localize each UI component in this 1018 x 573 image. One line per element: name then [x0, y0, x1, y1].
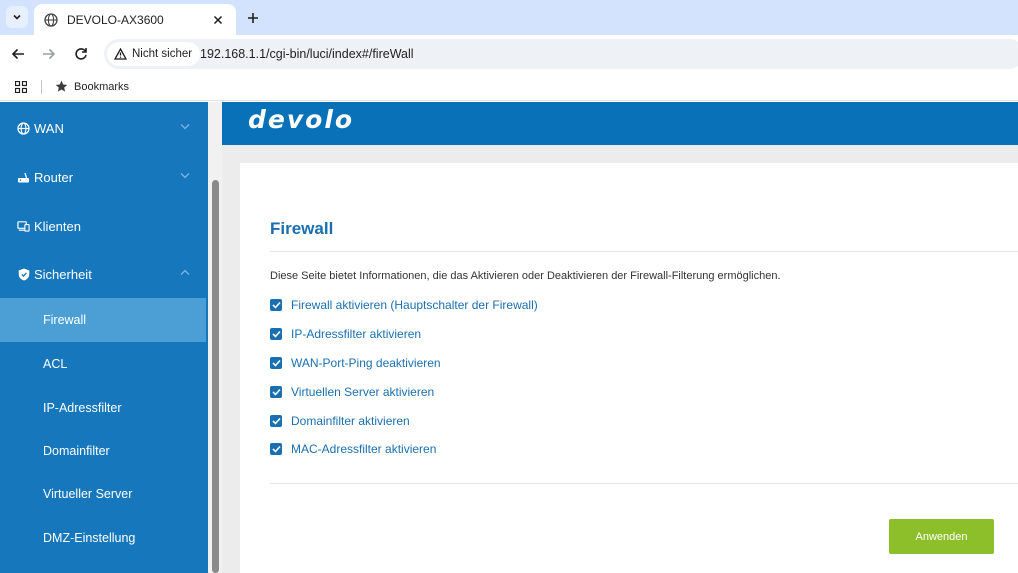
svg-text:devolo: devolo	[248, 105, 354, 134]
reload-icon[interactable]	[71, 44, 91, 64]
security-label: Nicht sicher	[132, 48, 193, 60]
sidebar-item-router[interactable]: Router	[0, 155, 206, 199]
sidebar-subitem-dmz-einstellung[interactable]: DMZ-Einstellung	[0, 516, 206, 560]
devolo-logo: devolo	[248, 105, 354, 134]
option-virtueller-server[interactable]: Virtuellen Server aktivieren	[270, 384, 434, 400]
scrollbar-thumb[interactable]	[212, 180, 219, 573]
close-tab-icon[interactable]	[210, 12, 226, 28]
tab-search-button[interactable]	[6, 6, 28, 28]
page-title: Firewall	[270, 219, 334, 238]
globe-icon	[44, 12, 58, 27]
sidebar-scrollbar[interactable]	[208, 102, 222, 573]
star-icon	[55, 80, 68, 92]
checkmark-icon	[271, 359, 281, 367]
title-divider	[270, 251, 1018, 252]
option-ip-adressfilter[interactable]: IP-Adressfilter aktivieren	[270, 326, 421, 342]
sidebar-item-wan[interactable]: WAN	[0, 106, 206, 150]
sidebar-item-sicherheit[interactable]: Sicherheit	[0, 252, 206, 296]
sidebar-subitem-virtueller-server[interactable]: Virtueller Server	[0, 472, 206, 516]
bookmarks-bar: Bookmarks	[0, 73, 1018, 101]
checkbox[interactable]	[270, 443, 282, 455]
apply-button[interactable]: Anwenden	[889, 519, 994, 554]
apps-grid-icon[interactable]	[15, 81, 27, 93]
sidebar-item-label: Router	[34, 169, 74, 185]
back-icon[interactable]	[8, 44, 28, 64]
option-label: MAC-Adressfilter aktivieren	[291, 442, 437, 456]
checkmark-icon	[271, 301, 281, 309]
chevron-up-icon	[180, 269, 190, 275]
checkmark-icon	[271, 417, 281, 425]
router-page: WAN Router Klienten Sicherheit Firewall …	[0, 102, 1018, 573]
sidebar-subitem-domainfilter[interactable]: Domainfilter	[0, 429, 206, 473]
checkbox[interactable]	[270, 328, 282, 340]
chevron-down-icon	[13, 14, 21, 20]
footer-divider	[270, 483, 1018, 484]
option-domainfilter[interactable]: Domainfilter aktivieren	[270, 413, 410, 429]
sidebar: WAN Router Klienten Sicherheit Firewall …	[0, 102, 208, 573]
option-label: WAN-Port-Ping deaktivieren	[291, 356, 441, 370]
tab-title: DEVOLO-AX3600	[67, 12, 164, 27]
sidebar-subitem-ip-adressfilter[interactable]: IP-Adressfilter	[0, 386, 206, 430]
sidebar-subitem-acl[interactable]: ACL	[0, 342, 206, 386]
checkmark-icon	[271, 388, 281, 396]
page-description: Diese Seite bietet Informationen, die da…	[270, 270, 781, 282]
forward-icon[interactable]	[39, 44, 59, 64]
globe-icon	[17, 121, 30, 135]
bookmarks-divider	[41, 80, 42, 94]
sidebar-item-label: WAN	[34, 120, 64, 136]
url-text[interactable]: 192.168.1.1/cgi-bin/luci/index#/fireWall	[200, 47, 414, 61]
checkmark-icon	[271, 330, 281, 338]
option-firewall[interactable]: Firewall aktivieren (Hauptschalter der F…	[270, 297, 538, 313]
option-wan-port-ping[interactable]: WAN-Port-Ping deaktivieren	[270, 355, 441, 371]
chevron-down-icon	[180, 124, 190, 130]
browser-toolbar: Nicht sicher 192.168.1.1/cgi-bin/luci/in…	[0, 35, 1018, 73]
main-content: Firewall Diese Seite bietet Informatione…	[240, 163, 1018, 573]
warning-icon	[114, 48, 127, 60]
browser-tab[interactable]: DEVOLO-AX3600	[34, 4, 236, 35]
checkbox[interactable]	[270, 357, 282, 369]
checkbox[interactable]	[270, 299, 282, 311]
bookmarks-folder[interactable]: Bookmarks	[74, 81, 129, 93]
sidebar-subitem-firewall[interactable]: Firewall	[0, 298, 206, 342]
option-label: IP-Adressfilter aktivieren	[291, 327, 422, 341]
option-label: Firewall aktivieren (Hauptschalter der F…	[291, 298, 538, 312]
sidebar-item-label: Klienten	[34, 218, 81, 234]
new-tab-icon[interactable]	[244, 9, 262, 27]
brand-header: devolo	[222, 102, 1018, 145]
checkbox[interactable]	[270, 415, 282, 427]
shield-icon	[17, 268, 30, 281]
sidebar-item-label: Sicherheit	[34, 266, 92, 282]
option-mac-adressfilter[interactable]: MAC-Adressfilter aktivieren	[270, 441, 436, 457]
address-bar[interactable]: Nicht sicher 192.168.1.1/cgi-bin/luci/in…	[104, 39, 1018, 69]
browser-tab-bar: DEVOLO-AX3600	[0, 0, 1018, 35]
chevron-down-icon	[180, 173, 190, 179]
devices-icon	[17, 220, 30, 233]
option-label: Domainfilter aktivieren	[291, 414, 410, 428]
router-icon	[17, 171, 30, 184]
checkbox[interactable]	[270, 386, 282, 398]
checkmark-icon	[271, 445, 281, 453]
sidebar-item-klienten[interactable]: Klienten	[0, 204, 206, 248]
security-indicator[interactable]: Nicht sicher	[107, 42, 201, 66]
option-label: Virtuellen Server aktivieren	[291, 385, 435, 399]
